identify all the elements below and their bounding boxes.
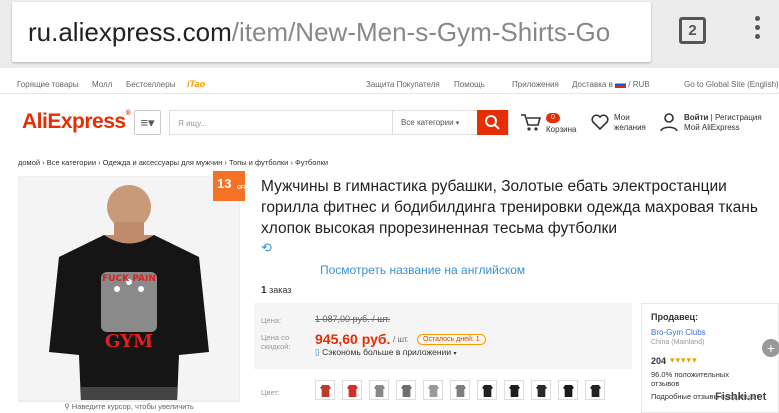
product-image[interactable]: FUCK PAIN GYM: [18, 176, 240, 402]
product-photo-shirt: FUCK PAIN GYM: [19, 177, 239, 401]
nav-buyer-protection[interactable]: Защита Покупателя: [366, 80, 440, 89]
product-title: Мужчины в гимнастика рубашки, Золотые еб…: [261, 178, 758, 237]
color-swatch[interactable]: [315, 380, 335, 400]
old-price: 1 087,00 руб. / шт.: [315, 314, 391, 324]
register-link[interactable]: Регистрация: [715, 113, 762, 122]
cart-icon: [521, 114, 542, 131]
breadcrumb[interactable]: домой › Все категории › Одежда и аксессу…: [18, 158, 328, 167]
seller-heading: Продавец:: [651, 312, 699, 322]
wishlist-label: Мои желания: [614, 113, 646, 132]
nav-global-site[interactable]: Go to Global Site (English): [684, 80, 779, 89]
cart-count-badge: 0: [546, 113, 560, 123]
nav-apps[interactable]: Приложения: [512, 80, 559, 89]
color-swatch[interactable]: [504, 380, 524, 400]
orders-count: 1 заказ: [261, 285, 292, 296]
url-path: /item/New-Men-s-Gym-Shirts-Go: [231, 17, 611, 47]
seller-name-link[interactable]: Bro-Gym Clubs: [651, 328, 706, 337]
aliexpress-logo[interactable]: AliExpress®: [22, 110, 131, 134]
cart-button[interactable]: 0 Корзина: [520, 112, 576, 137]
signin-link[interactable]: Войти: [684, 113, 708, 122]
zoom-hint: ⚲ Наведите курсор, чтобы увеличить: [18, 400, 240, 412]
heart-icon: [591, 114, 609, 131]
account-menu[interactable]: Войти | Регистрация Мой AliExpress: [659, 112, 762, 137]
browser-toolbar: ru.aliexpress.com/item/New-Men-s-Gym-Shi…: [0, 0, 779, 68]
current-price: 945,60 руб.: [315, 331, 391, 347]
search-icon: [485, 115, 500, 130]
color-swatch[interactable]: [585, 380, 605, 400]
seller-score: 204: [651, 356, 667, 366]
nav-bestsellers[interactable]: Бестселлеры: [126, 80, 175, 89]
address-bar[interactable]: ru.aliexpress.com/item/New-Men-s-Gym-Shi…: [12, 2, 651, 62]
tab-switcher-button[interactable]: 2: [679, 17, 706, 44]
color-swatch[interactable]: [369, 380, 389, 400]
phone-icon: ▯: [315, 347, 320, 357]
color-swatch[interactable]: [342, 380, 362, 400]
wishlist-button[interactable]: Мои желания: [590, 112, 646, 137]
watermark: Fishki.net: [715, 391, 767, 403]
search-bar: Я ищу... Все категории ▾: [169, 110, 509, 135]
overflow-menu-icon[interactable]: [752, 16, 762, 46]
color-swatch[interactable]: [558, 380, 578, 400]
russia-flag-icon: [615, 81, 627, 88]
nav-help[interactable]: Помощь: [454, 80, 485, 89]
seller-positive-rating: 96.0% положительных отзывов: [651, 370, 730, 388]
my-aliexpress-link[interactable]: Мой AliExpress: [684, 123, 740, 132]
color-swatch[interactable]: [450, 380, 470, 400]
app-promo[interactable]: ▯ Сэкономь больше в приложении ▾: [315, 347, 456, 358]
price-unit: / шт.: [393, 335, 409, 344]
nav-mall[interactable]: Молл: [92, 80, 112, 89]
top-nav: Горящие товары Молл Бестселлеры iTao Защ…: [0, 74, 779, 94]
price-label: Цена:: [261, 316, 282, 325]
color-swatch[interactable]: [423, 380, 443, 400]
shirt-print-bottom: GYM: [105, 331, 153, 352]
user-icon: [660, 113, 678, 132]
scroll-plus-icon[interactable]: +: [762, 339, 779, 357]
color-label: Цвет:: [261, 388, 280, 397]
color-swatch[interactable]: [477, 380, 497, 400]
search-button[interactable]: [477, 110, 508, 135]
color-swatch[interactable]: [531, 380, 551, 400]
color-swatch[interactable]: [396, 380, 416, 400]
nav-delivery[interactable]: Доставка в / RUB: [572, 80, 650, 89]
translate-icon[interactable]: ⟲: [261, 240, 272, 256]
category-select[interactable]: Все категории ▾: [392, 111, 479, 134]
cart-label: Корзина: [546, 125, 577, 134]
discount-price-label: Цена со скидкой:: [261, 333, 291, 351]
shirt-print-top: FUCK PAIN: [102, 274, 156, 284]
seller-medal-icons: ▾▾▾▾▾: [670, 355, 698, 365]
url-domain: ru.aliexpress.com: [28, 17, 232, 47]
see-english-link[interactable]: Посмотреть название на английском: [320, 263, 525, 277]
search-input[interactable]: Я ищу...: [178, 119, 207, 128]
categories-menu-icon[interactable]: ≡▾: [134, 110, 161, 135]
days-left-badge: Осталось дней: 1: [417, 334, 486, 345]
seller-location: China (Mainland): [651, 339, 705, 346]
discount-badge: 13 OFF: [213, 171, 247, 201]
nav-itao-logo[interactable]: iTao: [187, 79, 205, 89]
nav-hot-deals[interactable]: Горящие товары: [17, 80, 79, 89]
